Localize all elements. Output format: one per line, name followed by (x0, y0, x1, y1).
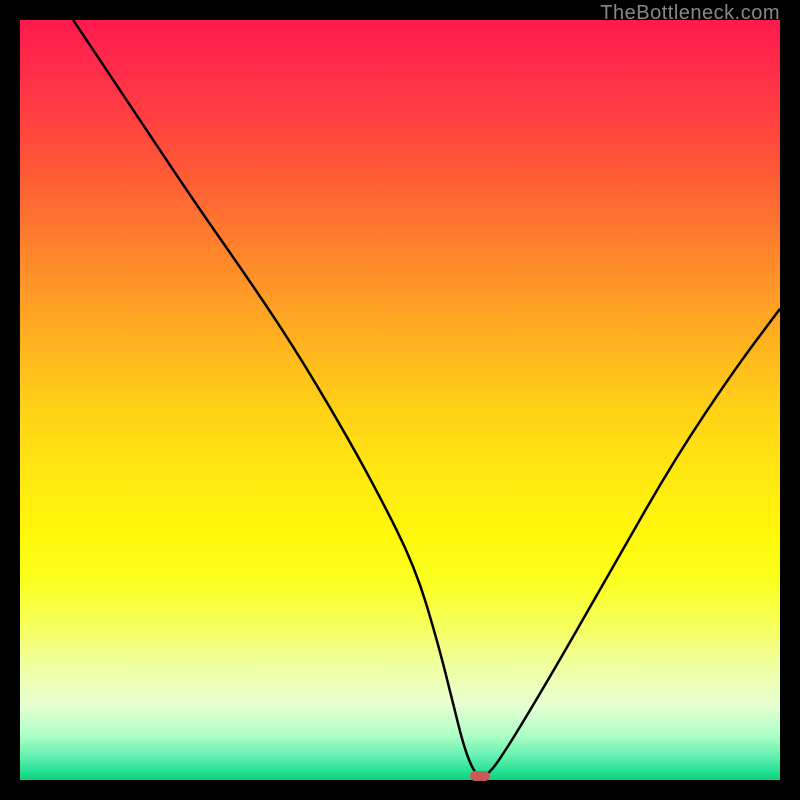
bottleneck-curve (20, 20, 780, 780)
chart-container: TheBottleneck.com (0, 0, 800, 800)
minimum-marker (470, 771, 490, 781)
watermark-text: TheBottleneck.com (600, 2, 780, 25)
plot-area (20, 20, 780, 780)
curve-path (73, 20, 780, 776)
